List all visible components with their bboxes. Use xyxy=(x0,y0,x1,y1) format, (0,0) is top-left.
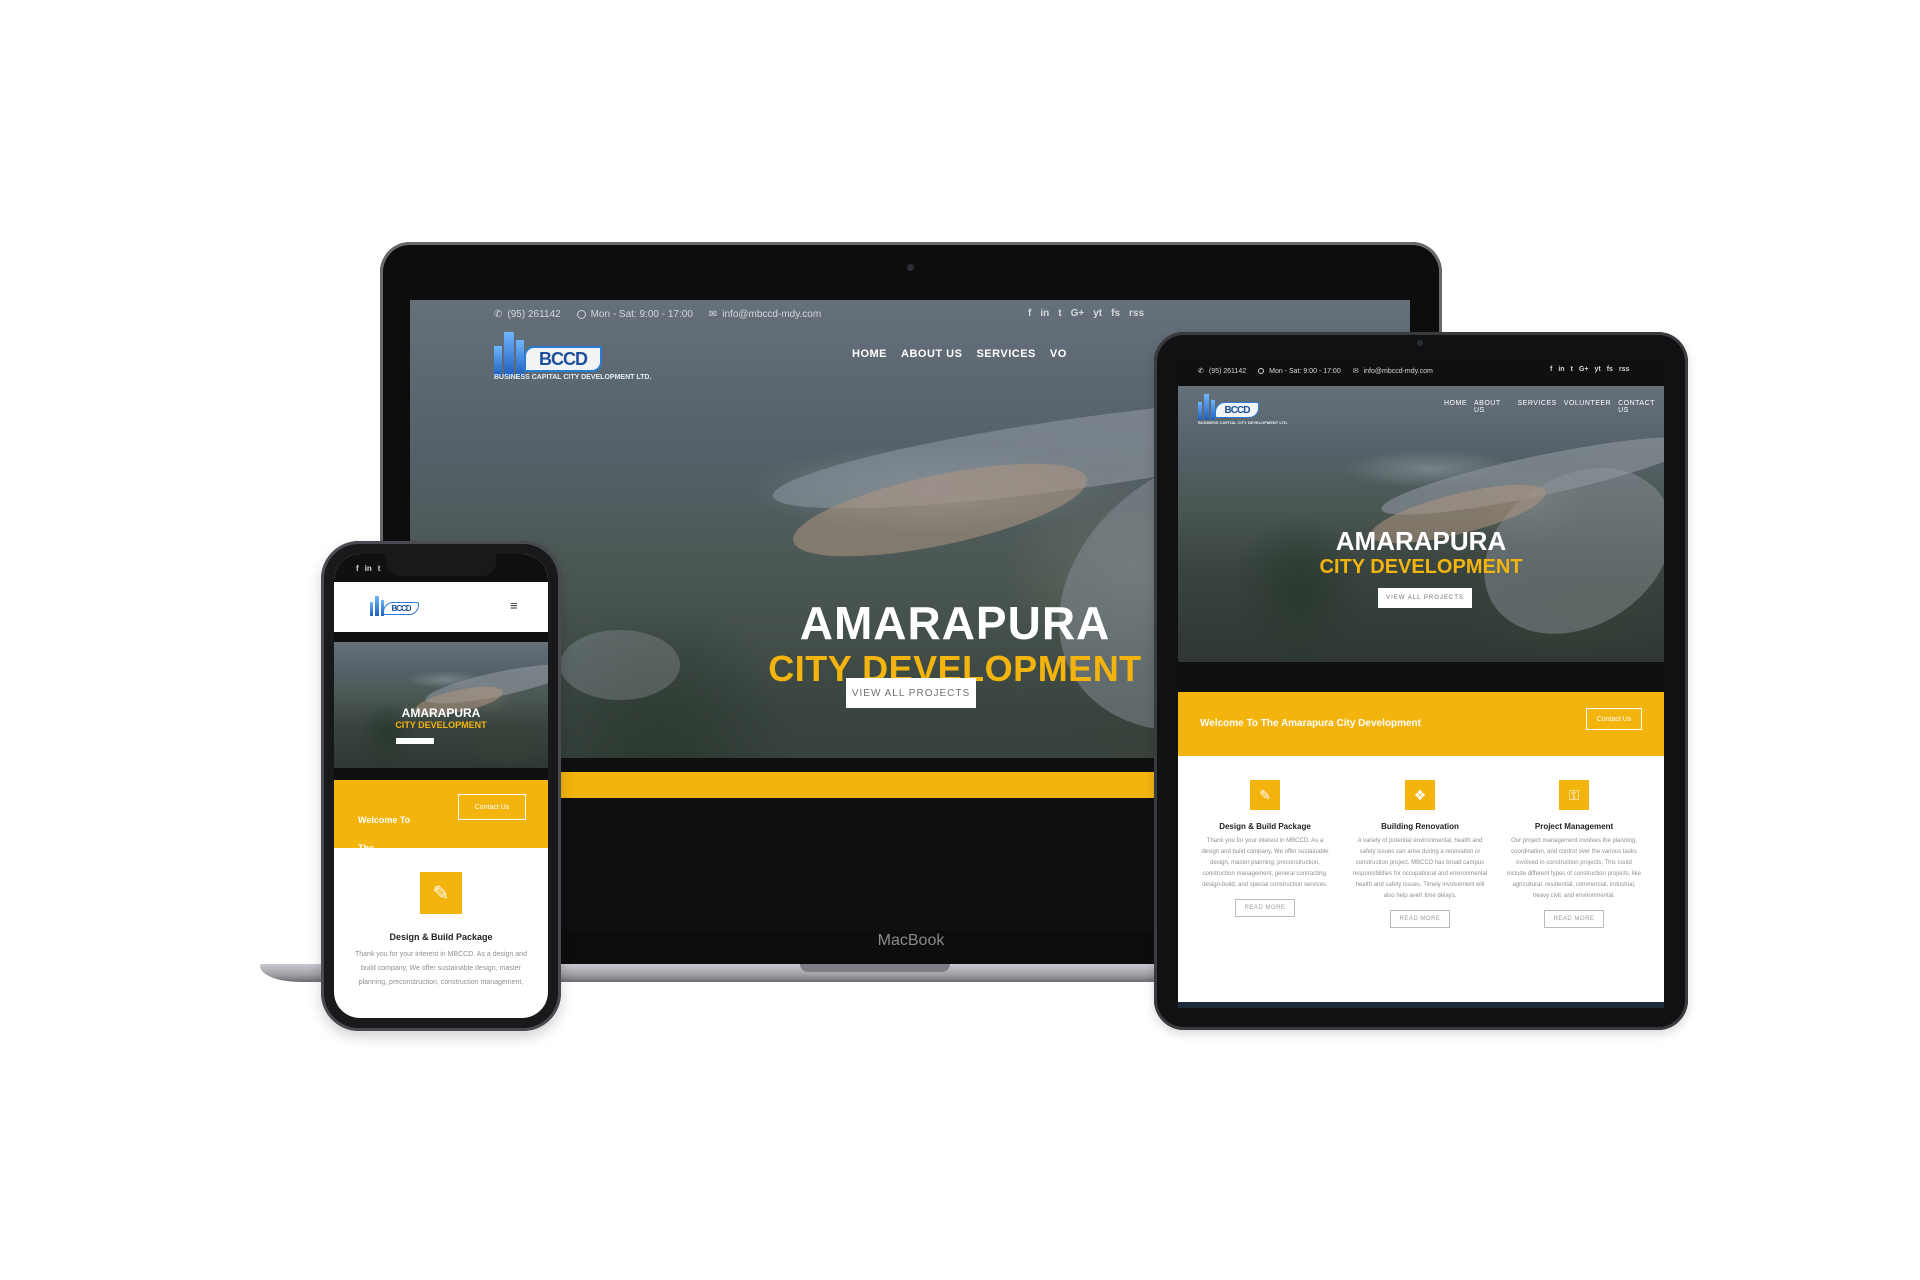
logo-tagline: BUSINESS CAPITAL CITY DEVELOPMENT LTD. xyxy=(1198,420,1288,425)
tablet-main-nav: HOME ABOUT US SERVICES VOLUNTEER CONTACT… xyxy=(1444,400,1664,414)
nav-about-us[interactable]: ABOUT US xyxy=(901,348,962,360)
contact-phone: ✆ (95) 261142 xyxy=(1198,367,1247,376)
contact-email[interactable]: ✉ info@mbccd-mdy.com xyxy=(709,309,821,320)
site-logo[interactable]: BCCD BUSINESS CAPITAL CITY DEVELOPMENT L… xyxy=(494,332,664,388)
welcome-bar: Welcome To The Amarapura City Developmen… xyxy=(1178,692,1664,756)
foursquare-icon[interactable]: fs xyxy=(1111,308,1120,319)
read-more-button[interactable]: READ MORE xyxy=(1389,910,1451,928)
logo-mark: BCCD xyxy=(383,602,419,615)
tablet-camera xyxy=(1417,340,1423,346)
phone-icon: ✆ xyxy=(494,308,503,320)
laptop-main-nav: HOME ABOUT US SERVICES VO xyxy=(852,348,1067,360)
hero-bottom-band xyxy=(1178,662,1664,692)
hero-subtitle: CITY DEVELOPMENT xyxy=(1319,556,1523,578)
hero-subtitle: CITY DEVELOPMENT xyxy=(395,720,487,730)
rss-icon[interactable]: rss xyxy=(1619,366,1630,373)
twitter-icon[interactable]: t xyxy=(1058,308,1061,319)
logo-tagline: BUSINESS CAPITAL CITY DEVELOPMENT LTD. xyxy=(494,374,652,381)
tablet-topbar: ✆ (95) 261142 Mon - Sat: 9:00 - 17:00 ✉ in… xyxy=(1178,356,1664,386)
phone-screen: f in t BCCD ≡ AMARAPURA CITY DEVELOPMENT xyxy=(334,554,548,1018)
nav-home[interactable]: HOME xyxy=(852,348,887,360)
phone-device: f in t BCCD ≡ AMARAPURA CITY DEVELOPMENT xyxy=(321,541,561,1031)
youtube-icon[interactable]: yt xyxy=(1093,308,1102,319)
mail-icon: ✉ xyxy=(1352,368,1359,375)
clock-icon xyxy=(1258,368,1265,374)
tablet-screen-footer-edge xyxy=(1178,1002,1664,1008)
nav-volunteer[interactable]: VO xyxy=(1050,348,1067,360)
hamburger-menu-icon[interactable]: ≡ xyxy=(510,598,518,613)
logo-buildings-icon xyxy=(370,596,384,616)
tablet-hero: BCCD BUSINESS CAPITAL CITY DEVELOPMENT L… xyxy=(1178,386,1664,662)
phone-hero: AMARAPURA CITY DEVELOPMENT xyxy=(334,642,548,768)
mail-icon: ✉ xyxy=(708,308,718,320)
feature-project-management: ⚿ Project Management Our project managem… xyxy=(1506,780,1642,928)
welcome-text: Welcome To The xyxy=(358,815,411,853)
nav-contact-us[interactable]: CONTACT US xyxy=(1618,400,1664,414)
hero-heading: AMARAPURA CITY DEVELOPMENT xyxy=(334,706,548,730)
hero-title: AMARAPURA xyxy=(1335,526,1507,556)
site-logo[interactable]: BCCD BUSINESS CAPITAL CITY DEVELOPMENT L… xyxy=(1198,392,1298,428)
googleplus-icon[interactable]: G+ xyxy=(1071,308,1085,319)
cubes-icon: ❖ xyxy=(1405,780,1435,810)
facebook-icon[interactable]: f xyxy=(1028,308,1031,319)
contact-us-button[interactable]: Contact Us xyxy=(1586,708,1642,730)
key-icon: ⚿ xyxy=(1559,780,1589,810)
contact-us-button[interactable]: Contact Us xyxy=(458,794,526,820)
opening-hours: Mon - Sat: 9:00 - 17:00 xyxy=(576,309,693,320)
linkedin-icon[interactable]: in xyxy=(365,564,372,573)
feature-design-build: ✎ Design & Build Package Thank you for y… xyxy=(1198,780,1332,917)
nav-about-us[interactable]: ABOUT US xyxy=(1474,400,1511,414)
logo-mark: BCCD xyxy=(524,346,602,372)
twitter-icon[interactable]: t xyxy=(1571,366,1573,373)
facebook-icon[interactable]: f xyxy=(1550,366,1552,373)
contact-email[interactable]: ✉ info@mbccd-mdy.com xyxy=(1352,367,1433,376)
foursquare-icon[interactable]: fs xyxy=(1607,366,1613,373)
paintbrush-icon: ✎ xyxy=(420,872,462,914)
read-more-button[interactable]: READ MORE xyxy=(1543,910,1605,928)
contact-phone: ✆ (95) 261142 xyxy=(494,308,561,320)
phone-icon: ✆ xyxy=(1198,368,1204,375)
linkedin-icon[interactable]: in xyxy=(1558,366,1564,373)
linkedin-icon[interactable]: in xyxy=(1040,308,1049,319)
site-logo[interactable]: BCCD xyxy=(370,592,440,622)
laptop-opening-notch xyxy=(800,964,950,972)
googleplus-icon[interactable]: G+ xyxy=(1579,366,1589,373)
read-more-button[interactable]: READ MORE xyxy=(1234,899,1296,917)
nav-volunteer[interactable]: VOLUNTEER xyxy=(1564,400,1611,414)
opening-hours: Mon - Sat: 9:00 - 17:00 xyxy=(1258,368,1341,375)
rss-icon[interactable]: rss xyxy=(1129,308,1144,319)
tablet-device: ✆ (95) 261142 Mon - Sat: 9:00 - 17:00 ✉ in… xyxy=(1154,332,1688,1030)
paintbrush-icon: ✎ xyxy=(1250,780,1280,810)
view-all-projects-button[interactable] xyxy=(396,738,434,744)
hero-title: AMARAPURA xyxy=(401,706,481,720)
hero-heading: AMARAPURA CITY DEVELOPMENT xyxy=(1178,526,1664,579)
laptop-topbar: ✆ (95) 261142 Mon - Sat: 9:00 - 17:00 ✉ in… xyxy=(410,300,1410,328)
logo-buildings-icon xyxy=(494,332,524,376)
view-all-projects-button[interactable]: VIEW ALL PROJECTS xyxy=(1378,588,1472,608)
phone-social-links: f in t xyxy=(356,564,380,573)
nav-home[interactable]: HOME xyxy=(1444,400,1467,414)
tablet-social-links: f in t G+ yt fs rss xyxy=(1550,366,1629,373)
laptop-camera xyxy=(907,264,914,271)
welcome-text: Welcome To The Amarapura City Developmen… xyxy=(1200,718,1421,729)
facebook-icon[interactable]: f xyxy=(356,564,359,573)
phone-header: BCCD ≡ xyxy=(334,582,548,632)
logo-buildings-icon xyxy=(1198,394,1215,420)
phone-notch xyxy=(386,554,496,576)
laptop-social-links: f in t G+ yt fs rss xyxy=(1028,308,1144,319)
welcome-bar: Welcome To The Contact Us xyxy=(334,780,548,853)
feature-design-build: ✎ Design & Build Package Thank you for y… xyxy=(354,872,528,990)
tablet-screen: ✆ (95) 261142 Mon - Sat: 9:00 - 17:00 ✉ in… xyxy=(1178,356,1664,1008)
view-all-projects-button[interactable]: VIEW ALL PROJECTS xyxy=(846,678,976,708)
logo-mark: BCCD xyxy=(1215,402,1259,418)
feature-building-renovation: ❖ Building Renovation A variety of poten… xyxy=(1352,780,1488,928)
youtube-icon[interactable]: yt xyxy=(1594,366,1600,373)
nav-services[interactable]: SERVICES xyxy=(1518,400,1557,414)
clock-icon xyxy=(576,309,586,319)
twitter-icon[interactable]: t xyxy=(378,564,381,573)
nav-services[interactable]: SERVICES xyxy=(976,348,1035,360)
